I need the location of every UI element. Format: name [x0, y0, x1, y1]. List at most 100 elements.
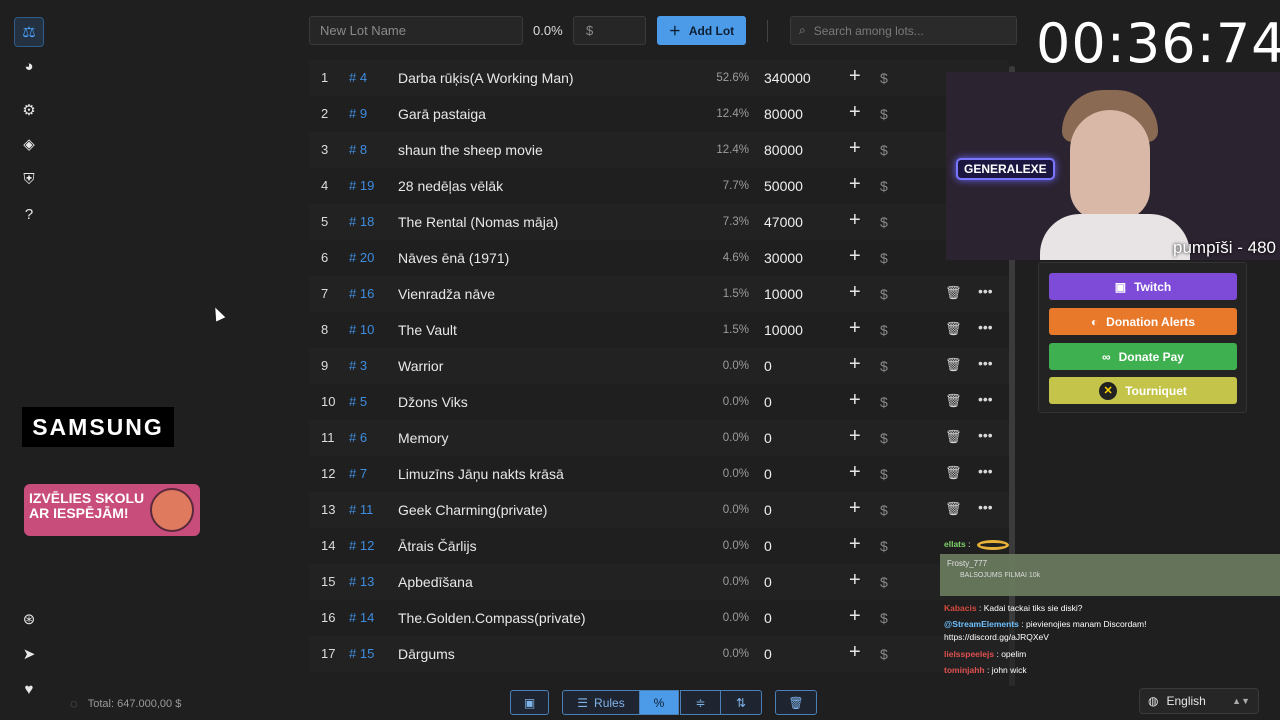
- plus-icon[interactable]: +: [849, 425, 861, 448]
- lot-name[interactable]: Dārgums: [398, 646, 455, 662]
- align-button[interactable]: ≑: [680, 690, 721, 715]
- dollar-icon[interactable]: $: [880, 466, 888, 482]
- dollar-icon[interactable]: $: [880, 214, 888, 230]
- eye-off-icon[interactable]: ◌: [70, 696, 78, 711]
- search-box[interactable]: ⌕: [790, 16, 1017, 45]
- more-icon[interactable]: •••: [978, 355, 993, 371]
- lot-id[interactable]: # 5: [349, 394, 367, 409]
- plus-icon[interactable]: +: [849, 641, 861, 664]
- lot-id[interactable]: # 7: [349, 466, 367, 481]
- dollar-icon[interactable]: $: [880, 574, 888, 590]
- help-icon[interactable]: ?: [14, 199, 44, 229]
- dollar-icon[interactable]: $: [880, 358, 888, 374]
- delete-icon[interactable]: 🗑: [945, 393, 962, 409]
- lot-id[interactable]: # 10: [349, 322, 374, 337]
- lot-name[interactable]: shaun the sheep movie: [398, 142, 543, 158]
- lot-name[interactable]: Limuzīns Jāņu nakts krāsā: [398, 466, 564, 482]
- lot-name[interactable]: Garā pastaiga: [398, 106, 486, 122]
- plus-icon[interactable]: +: [849, 101, 861, 124]
- lot-name[interactable]: Warrior: [398, 358, 443, 374]
- lot-amount[interactable]: 10000: [764, 286, 803, 302]
- lot-name[interactable]: Džons Viks: [398, 394, 468, 410]
- sort-button[interactable]: ⇅: [720, 690, 762, 715]
- shield-icon[interactable]: ⛨: [14, 164, 44, 194]
- lot-amount[interactable]: 0: [764, 502, 772, 518]
- lot-id[interactable]: # 20: [349, 250, 374, 265]
- lot-amount[interactable]: 30000: [764, 250, 803, 266]
- lot-name[interactable]: Memory: [398, 430, 449, 446]
- plus-icon[interactable]: +: [849, 245, 861, 268]
- plus-icon[interactable]: +: [849, 281, 861, 304]
- lot-id[interactable]: # 8: [349, 142, 367, 157]
- lot-amount[interactable]: 0: [764, 610, 772, 626]
- donate-pay-button[interactable]: ∞ Donate Pay: [1049, 343, 1237, 370]
- plus-icon[interactable]: +: [849, 569, 861, 592]
- lot-id[interactable]: # 19: [349, 178, 374, 193]
- lot-amount[interactable]: 80000: [764, 106, 803, 122]
- new-lot-name-input[interactable]: [309, 16, 523, 45]
- dollar-icon[interactable]: $: [880, 70, 888, 86]
- lot-id[interactable]: # 16: [349, 286, 374, 301]
- lot-name[interactable]: Nāves ēnā (1971): [398, 250, 509, 266]
- lot-amount[interactable]: 0: [764, 358, 772, 374]
- lot-name[interactable]: The Vault: [398, 322, 457, 338]
- plus-icon[interactable]: +: [849, 353, 861, 376]
- plus-icon[interactable]: +: [849, 137, 861, 160]
- add-lot-button[interactable]: ＋ Add Lot: [657, 16, 746, 45]
- dollar-icon[interactable]: $: [880, 610, 888, 626]
- lot-amount[interactable]: 0: [764, 430, 772, 446]
- dollar-icon[interactable]: $: [880, 430, 888, 446]
- lot-id[interactable]: # 14: [349, 610, 374, 625]
- plus-icon[interactable]: +: [849, 497, 861, 520]
- lot-id[interactable]: # 18: [349, 214, 374, 229]
- dollar-icon[interactable]: $: [880, 502, 888, 518]
- rules-button[interactable]: ☰ Rules: [562, 690, 640, 715]
- more-icon[interactable]: •••: [978, 499, 993, 515]
- donation-alerts-button[interactable]: ◐ Donation Alerts: [1049, 308, 1237, 335]
- more-icon[interactable]: •••: [978, 391, 993, 407]
- lot-amount[interactable]: 0: [764, 574, 772, 590]
- lot-id[interactable]: # 12: [349, 538, 374, 553]
- lot-id[interactable]: # 4: [349, 70, 367, 85]
- clear-all-button[interactable]: 🗑: [775, 690, 817, 715]
- layers-icon[interactable]: ◈: [14, 129, 44, 159]
- lot-amount[interactable]: 47000: [764, 214, 803, 230]
- plus-icon[interactable]: +: [849, 173, 861, 196]
- lot-name[interactable]: Ātrais Čārlijs: [398, 538, 477, 554]
- lot-amount[interactable]: 0: [764, 394, 772, 410]
- dollar-icon[interactable]: $: [880, 394, 888, 410]
- delete-icon[interactable]: 🗑: [945, 501, 962, 517]
- plus-icon[interactable]: +: [849, 65, 861, 88]
- delete-icon[interactable]: 🗑: [945, 321, 962, 337]
- more-icon[interactable]: •••: [978, 427, 993, 443]
- plus-icon[interactable]: +: [849, 533, 861, 556]
- lot-amount[interactable]: 50000: [764, 178, 803, 194]
- twitch-button[interactable]: ▣ Twitch: [1049, 273, 1237, 300]
- lot-amount[interactable]: 0: [764, 466, 772, 482]
- new-lot-amount-input[interactable]: [573, 16, 646, 45]
- language-select[interactable]: ◍ English ▲▼: [1139, 688, 1259, 714]
- save-button[interactable]: ▣: [510, 690, 549, 715]
- lot-name[interactable]: The.Golden.Compass(private): [398, 610, 586, 626]
- delete-icon[interactable]: 🗑: [945, 285, 962, 301]
- more-icon[interactable]: •••: [978, 283, 993, 299]
- dollar-icon[interactable]: $: [880, 250, 888, 266]
- lot-name[interactable]: Darba rūķis(A Working Man): [398, 70, 574, 86]
- more-icon[interactable]: •••: [978, 463, 993, 479]
- delete-icon[interactable]: 🗑: [945, 429, 962, 445]
- delete-icon[interactable]: 🗑: [945, 465, 962, 481]
- lot-id[interactable]: # 6: [349, 430, 367, 445]
- lot-id[interactable]: # 9: [349, 106, 367, 121]
- dollar-icon[interactable]: $: [880, 538, 888, 554]
- auction-icon[interactable]: ⚖: [14, 17, 44, 47]
- plus-icon[interactable]: +: [849, 461, 861, 484]
- delete-icon[interactable]: 🗑: [945, 357, 962, 373]
- dollar-icon[interactable]: $: [880, 106, 888, 122]
- wheel-icon[interactable]: ◕: [14, 51, 44, 81]
- plus-icon[interactable]: +: [849, 209, 861, 232]
- more-icon[interactable]: •••: [978, 319, 993, 335]
- lot-id[interactable]: # 11: [349, 502, 373, 517]
- dollar-icon[interactable]: $: [880, 286, 888, 302]
- dollar-icon[interactable]: $: [880, 646, 888, 662]
- github-icon[interactable]: ⊛: [14, 604, 44, 634]
